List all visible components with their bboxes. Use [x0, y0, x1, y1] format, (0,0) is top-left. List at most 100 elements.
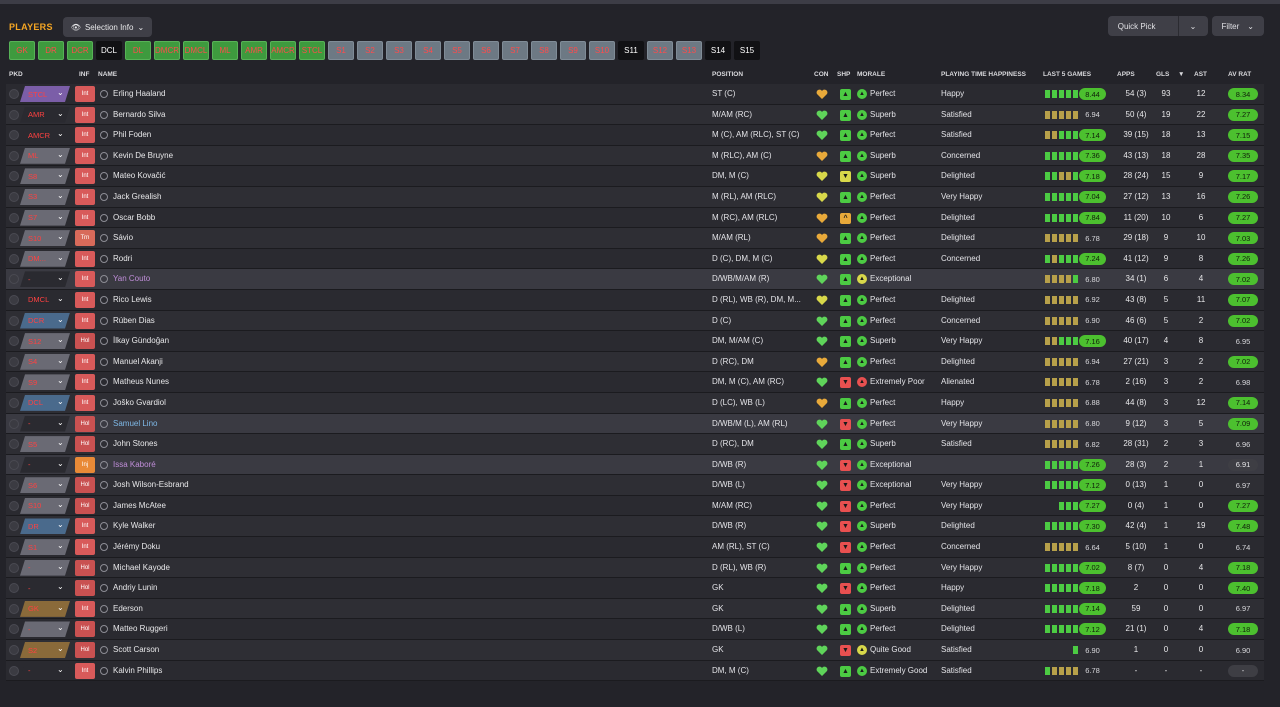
chevron-down-icon[interactable]: ⌄ [57, 418, 64, 427]
table-row[interactable]: S12 ⌄ Hol İlkay Gündoğan DM, M/AM (C) ▲ ▲ Super… [6, 331, 1264, 352]
quick-pick-button[interactable]: Quick Pick ⌄ [1107, 16, 1208, 36]
chevron-down-icon[interactable]: ⌄ [57, 253, 64, 262]
pick-checkbox[interactable] [9, 542, 19, 553]
table-row[interactable]: S5 ⌄ Hol John Stones D (RC), DM ▲ ▲ Superb Satis… [6, 434, 1264, 455]
table-row[interactable]: AMCR ⌄ Int Phil Foden M (C), AM (RLC), ST (C… [6, 125, 1264, 146]
player-name[interactable]: Matheus Nunes [113, 377, 169, 386]
filter-button[interactable]: Filter ⌄ [1211, 16, 1264, 36]
pick-checkbox[interactable] [9, 212, 19, 223]
pick-checkbox[interactable] [9, 377, 19, 388]
col-con[interactable]: CON [814, 71, 828, 78]
pick-checkbox[interactable] [9, 521, 19, 532]
pick-checkbox[interactable] [9, 294, 19, 305]
player-name[interactable]: Josh Wilson-Esbrand [113, 480, 189, 489]
chevron-down-icon[interactable]: ⌄ [57, 273, 64, 282]
table-row[interactable]: - ⌄ Hol Samuel Lino D/WB/M (L), AM (RL) ▼ ▲ Per… [6, 413, 1264, 435]
table-row[interactable]: S10 ⌄ Trn Sávio M/AM (RL) ▲ ▲ Perfect Delighted 6… [6, 228, 1264, 249]
position-tab-s8[interactable]: S8 [531, 41, 557, 60]
table-row[interactable]: S6 ⌄ Hol Josh Wilson-Esbrand D/WB (L) ▼ ▲ Excep… [6, 475, 1264, 496]
chevron-down-icon[interactable]: ⌄ [57, 88, 64, 97]
position-tab-s1[interactable]: S1 [328, 41, 354, 60]
table-row[interactable]: - ⌄ Hol Michael Kayode D (RL), WB (R) ▲ ▲ Perfe… [6, 557, 1264, 579]
player-name[interactable]: Michael Kayode [113, 563, 170, 572]
pick-checkbox[interactable] [9, 603, 19, 614]
chevron-down-icon[interactable]: ⌄ [57, 356, 64, 365]
pick-checkbox[interactable] [9, 624, 19, 635]
chevron-down-icon[interactable]: ⌄ [57, 191, 64, 200]
table-row[interactable]: S3 ⌄ Int Jack Grealish M (RL), AM (RLC) ▲ ▲ Per… [6, 186, 1264, 208]
col-pth[interactable]: PLAYING TIME HAPPINESS [941, 71, 1026, 78]
pick-checkbox[interactable] [9, 233, 19, 244]
player-name[interactable]: Yan Couto [113, 274, 150, 283]
chevron-down-icon[interactable]: ⌄ [57, 212, 64, 221]
player-name[interactable]: James McAtee [113, 501, 166, 510]
pick-checkbox[interactable] [9, 562, 19, 573]
pick-checkbox[interactable] [9, 459, 19, 470]
chevron-down-icon[interactable]: ⌄ [57, 170, 64, 179]
table-row[interactable]: S2 ⌄ Hol Scott Carson GK ▼ ▲ Quite Good Satisfie… [6, 640, 1264, 661]
position-tab-ml[interactable]: ML [212, 41, 238, 60]
table-row[interactable]: DCL ⌄ Int Joško Gvardiol D (LC), WB (L) ▲ ▲ Per… [6, 392, 1264, 414]
table-row[interactable]: DCR ⌄ Int Rúben Dias D (C) ▲ ▲ Perfect Concerned… [6, 310, 1264, 332]
player-name[interactable]: Phil Foden [113, 130, 151, 139]
player-name[interactable]: Rúben Dias [113, 316, 155, 325]
table-row[interactable]: S4 ⌄ Int Manuel Akanji D (RC), DM ▲ ▲ Perfect De… [6, 351, 1264, 373]
col-position[interactable]: POSITION [712, 71, 743, 78]
chevron-down-icon[interactable]: ⌄ [57, 603, 64, 612]
chevron-down-icon[interactable]: ⌄ [57, 459, 64, 468]
pick-checkbox[interactable] [9, 109, 19, 120]
table-row[interactable]: S7 ⌄ Int Oscar Bobb M (RC), AM (RLC) ^ ▲ Perfec… [6, 207, 1264, 229]
pick-checkbox[interactable] [9, 583, 19, 594]
chevron-down-icon[interactable]: ⌄ [57, 397, 64, 406]
player-name[interactable]: Manuel Akanji [113, 357, 163, 366]
position-tab-s3[interactable]: S3 [386, 41, 412, 60]
chevron-down-icon[interactable]: ⌄ [57, 479, 64, 488]
table-row[interactable]: - ⌄ Int Yan Couto D/WB/M/AM (R) ▲ ▲ Exceptional… [6, 269, 1264, 290]
player-name[interactable]: İlkay Gündoğan [113, 336, 169, 345]
pick-checkbox[interactable] [9, 480, 19, 491]
chevron-down-icon[interactable]: ⌄ [57, 562, 64, 571]
position-tab-dl[interactable]: DL [125, 41, 151, 60]
table-row[interactable]: AMR ⌄ Int Bernardo Silva M/AM (RC) ▲ ▲ Superb Sa… [6, 104, 1264, 126]
table-row[interactable]: S9 ⌄ Int Matheus Nunes DM, M (C), AM (RC) ▼ ▲ E… [6, 372, 1264, 393]
col-last5[interactable]: LAST 5 GAMES [1043, 71, 1091, 78]
player-name[interactable]: Oscar Bobb [113, 213, 155, 222]
player-name[interactable]: Joško Gvardiol [113, 398, 166, 407]
position-tab-s4[interactable]: S4 [415, 41, 441, 60]
chevron-down-icon[interactable]: ⌄ [57, 294, 64, 303]
player-name[interactable]: Sávio [113, 233, 133, 242]
chevron-down-icon[interactable]: ⌄ [57, 623, 64, 632]
table-row[interactable]: DM... ⌄ Int Rodri D (C), DM, M (C) ▲ ▲ Perfect C… [6, 248, 1264, 270]
col-gls[interactable]: GLS [1156, 71, 1169, 78]
position-tab-s12[interactable]: S12 [647, 41, 673, 60]
position-tab-s13[interactable]: S13 [676, 41, 702, 60]
position-tab-dmcl[interactable]: DMCL [183, 41, 209, 60]
pick-checkbox[interactable] [9, 336, 19, 347]
chevron-down-icon[interactable]: ⌄ [57, 500, 64, 509]
player-name[interactable]: Jérémy Doku [113, 542, 160, 551]
chevron-down-icon[interactable]: ⌄ [57, 232, 64, 241]
position-tab-dcr[interactable]: DCR [67, 41, 93, 60]
col-pkd[interactable]: PKD [9, 71, 23, 78]
player-name[interactable]: Rico Lewis [113, 295, 152, 304]
position-tab-amr[interactable]: AMR [241, 41, 267, 60]
chevron-down-icon[interactable]: ⌄ [57, 541, 64, 550]
table-row[interactable]: STCL ⌄ Int Erling Haaland ST (C) ▲ ▲ Perfect Hap… [6, 84, 1264, 105]
position-tab-s7[interactable]: S7 [502, 41, 528, 60]
player-name[interactable]: Samuel Lino [113, 419, 157, 428]
pick-checkbox[interactable] [9, 418, 19, 429]
col-morale[interactable]: MORALE [857, 71, 885, 78]
position-tab-amcr[interactable]: AMCR [270, 41, 296, 60]
col-name[interactable]: NAME [98, 71, 117, 78]
player-name[interactable]: John Stones [113, 439, 157, 448]
player-name[interactable]: Rodri [113, 254, 132, 263]
table-row[interactable]: GK ⌄ Int Ederson GK ▲ ▲ Superb Delighted 7.14 59 0 0… [6, 598, 1264, 620]
pick-checkbox[interactable] [9, 439, 19, 450]
pick-checkbox[interactable] [9, 274, 19, 285]
table-row[interactable]: - ⌄ Hol Andriy Lunin GK ▼ ▲ Perfect Happy 7.18 2 0 0… [6, 578, 1264, 599]
chevron-down-icon[interactable]: ⌄ [57, 376, 64, 385]
table-row[interactable]: DMCL ⌄ Int Rico Lewis D (RL), WB (R), DM, M.… [6, 289, 1264, 311]
pick-checkbox[interactable] [9, 665, 19, 676]
selection-info-button[interactable]: 👁 Selection Info ⌄ [62, 17, 153, 37]
chevron-down-icon[interactable]: ⌄ [57, 582, 64, 591]
